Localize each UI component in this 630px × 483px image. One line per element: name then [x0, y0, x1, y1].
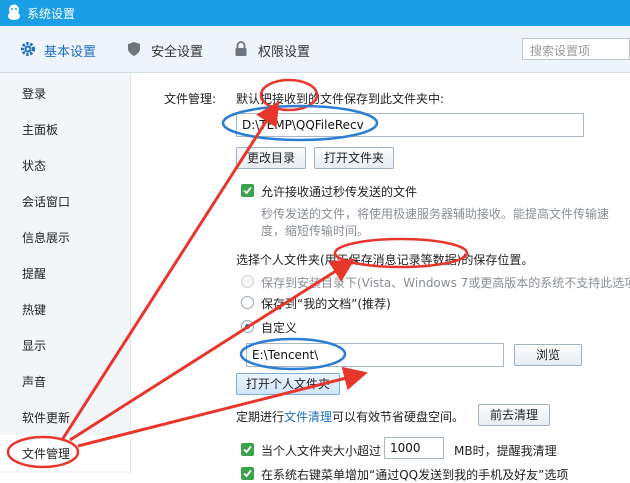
- open-personal-folder-button[interactable]: 打开个人文件夹: [236, 373, 340, 395]
- context-menu-label: 在系统右键菜单增加“通过QQ发送到我的手机及好友”选项: [261, 468, 569, 482]
- sidebar-item-display[interactable]: 显示: [22, 337, 46, 354]
- cleanup-hint: 定期进行文件清理可以有效节省硬盘空间。: [236, 408, 464, 425]
- title-bar: 系统设置: [0, 0, 630, 26]
- settings-toolbar: 基本设置 安全设置 权限设置 搜索设置项: [0, 26, 630, 73]
- change-directory-button[interactable]: 更改目录: [236, 147, 306, 169]
- checkmark-icon: [243, 186, 252, 195]
- fast-transfer-note: 秒传发送的文件，将使用极速服务器辅助接收。能提高文件传输速: [261, 207, 610, 221]
- sidebar-item-info-display[interactable]: 信息展示: [22, 229, 70, 246]
- sidebar-item-software-update[interactable]: 软件更新: [22, 409, 70, 426]
- sidebar-item-label: 文件管理: [22, 447, 71, 461]
- receive-path-field[interactable]: D:\TEMP\QQFileRecv: [236, 113, 584, 137]
- fast-transfer-note-cont: 度，缩短传输时间。: [261, 224, 370, 238]
- custom-path-field[interactable]: E:\Tencent\: [246, 343, 504, 367]
- qq-logo-icon: [8, 4, 20, 20]
- tab-label: 权限设置: [258, 45, 311, 60]
- radio-custom-label: 自定义: [261, 321, 298, 335]
- receive-path-value: D:\TEMP\QQFileRecv: [242, 118, 364, 132]
- radio-my-documents[interactable]: [241, 296, 254, 309]
- allow-fast-transfer-checkbox[interactable]: [241, 184, 254, 197]
- sidebar-item-file-management[interactable]: 文件管理: [0, 435, 130, 471]
- radio-my-documents-label: 保存到“我的文档”(推荐): [261, 297, 391, 311]
- open-folder-button[interactable]: 打开文件夹: [314, 147, 394, 169]
- checkmark-icon: [243, 469, 252, 478]
- window-title: 系统设置: [27, 7, 76, 21]
- gear-icon: [21, 42, 35, 56]
- tab-label: 基本设置: [44, 45, 97, 60]
- search-placeholder: 搜索设置项: [530, 44, 591, 58]
- checkmark-icon: [243, 445, 252, 454]
- size-limit-input[interactable]: 1000: [384, 437, 444, 459]
- size-limit-value: 1000: [390, 441, 421, 455]
- sidebar-item-hotkeys[interactable]: 热键: [22, 301, 46, 318]
- context-menu-checkbox[interactable]: [241, 467, 254, 480]
- sidebar-item-status[interactable]: 状态: [22, 157, 46, 174]
- radio-custom[interactable]: [241, 320, 254, 333]
- sidebar-item-chat-window[interactable]: 会话窗口: [22, 193, 70, 210]
- go-cleanup-button[interactable]: 前去清理: [478, 404, 550, 426]
- cleanup-suffix: 可以有效节省硬盘空间。: [332, 410, 465, 424]
- file-cleanup-link[interactable]: 文件清理: [284, 410, 332, 424]
- personal-folder-description: 选择个人文件夹(用于保存消息记录等数据)的保存位置。: [236, 253, 534, 267]
- sidebar-item-reminder[interactable]: 提醒: [22, 265, 46, 282]
- save-location-description: 默认把接收到的文件保存到此文件夹中:: [236, 92, 445, 106]
- allow-fast-transfer-label: 允许接收通过秒传发送的文件: [261, 185, 418, 199]
- custom-path-value: E:\Tencent\: [252, 348, 319, 362]
- file-management-panel: 文件管理: 默认把接收到的文件保存到此文件夹中: D:\TEMP\QQFileR…: [130, 73, 630, 482]
- shield-icon: [128, 42, 140, 56]
- size-limit-prefix: 当个人文件夹大小超过: [261, 444, 382, 458]
- sidebar: 登录 主面板 状态 会话窗口 信息展示 提醒 热键 显示 声音 软件更新 文件管…: [0, 73, 131, 473]
- lock-icon: [235, 41, 247, 56]
- search-input[interactable]: 搜索设置项: [522, 38, 630, 60]
- size-limit-checkbox[interactable]: [241, 443, 254, 456]
- sidebar-item-sound[interactable]: 声音: [22, 373, 46, 390]
- radio-install-dir-label: 保存到安装目录下(Vista、Windows 7或更高版本的系统不支持此选项): [261, 276, 630, 290]
- browse-button[interactable]: 浏览: [514, 344, 582, 366]
- section-label: 文件管理:: [164, 92, 217, 106]
- tab-label: 安全设置: [151, 45, 204, 60]
- size-limit-suffix: MB时，提醒我清理: [454, 444, 557, 458]
- cleanup-prefix: 定期进行: [236, 410, 285, 424]
- radio-install-dir[interactable]: [241, 275, 254, 288]
- sidebar-item-main-panel[interactable]: 主面板: [22, 121, 58, 138]
- sidebar-item-login[interactable]: 登录: [22, 85, 46, 102]
